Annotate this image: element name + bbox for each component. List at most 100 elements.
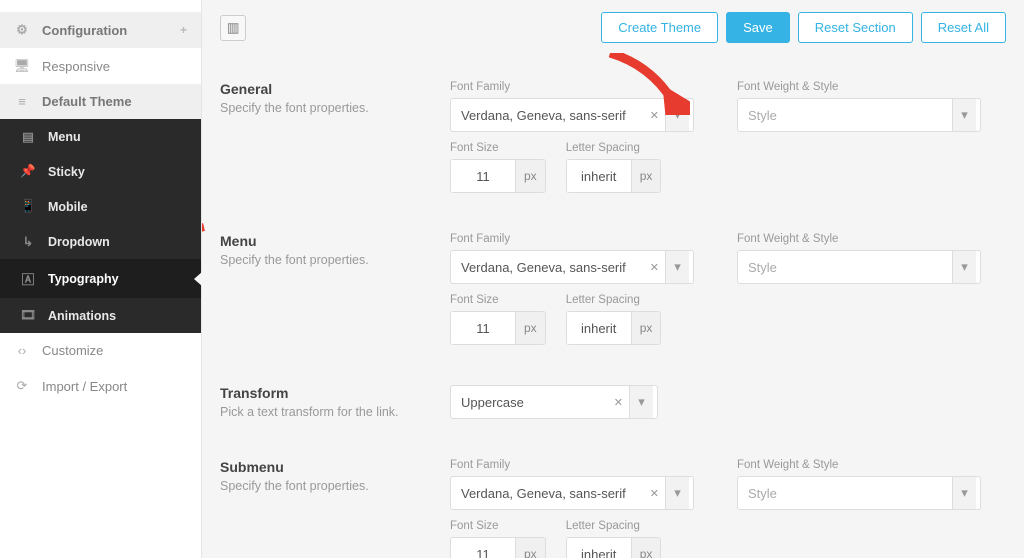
letter-spacing-value[interactable] xyxy=(567,160,631,192)
refresh-icon: ⟳ xyxy=(14,378,30,394)
save-button[interactable]: Save xyxy=(726,12,790,43)
section-submenu: Submenu Specify the font properties. Fon… xyxy=(220,437,1006,558)
annotation-arrow-typography xyxy=(202,219,214,269)
content-area: General Specify the font properties. Fon… xyxy=(202,53,1024,558)
sidebar-label: Sticky xyxy=(48,165,85,179)
submenu-font-size-input[interactable]: px xyxy=(450,537,546,558)
label-font-weight-style: Font Weight & Style xyxy=(737,81,1006,93)
layout-toggle-button[interactable]: ▥ xyxy=(220,15,246,41)
code-icon: ‹› xyxy=(14,343,30,358)
reset-all-button[interactable]: Reset All xyxy=(921,12,1006,43)
arrow-down-icon: ↳ xyxy=(20,234,36,249)
sidebar-label: Mobile xyxy=(48,200,88,214)
toolbar: ▥ Create Theme Save Reset Section Reset … xyxy=(202,0,1024,53)
sidebar-item-menu[interactable]: ▤ Menu xyxy=(0,119,201,154)
label-font-size: Font Size xyxy=(450,520,546,532)
unit-px: px xyxy=(515,312,545,344)
sidebar-item-mobile[interactable]: 📱 Mobile xyxy=(0,189,201,224)
list-icon: ▤ xyxy=(20,129,36,144)
label-letter-spacing: Letter Spacing xyxy=(566,294,662,306)
section-desc: Specify the font properties. xyxy=(220,479,430,493)
submenu-letter-spacing-input[interactable]: px xyxy=(566,537,662,558)
chevron-down-icon[interactable]: ▾ xyxy=(952,477,976,509)
menu-font-family-select[interactable]: Verdana, Geneva, sans-serif ✕ ▾ xyxy=(450,250,694,284)
bars-icon: ≡ xyxy=(14,94,30,109)
transform-select[interactable]: Uppercase ✕ ▾ xyxy=(450,385,658,419)
label-font-weight-style: Font Weight & Style xyxy=(737,459,1006,471)
gear-icon: ⚙ xyxy=(14,22,30,38)
unit-px: px xyxy=(631,538,661,558)
font-size-value[interactable] xyxy=(451,538,515,558)
sidebar-label: Responsive xyxy=(42,59,110,74)
clear-icon[interactable]: ✕ xyxy=(644,261,665,274)
section-menu: Menu Specify the font properties. Font F… xyxy=(220,211,1006,363)
chevron-down-icon[interactable]: ▾ xyxy=(952,251,976,283)
sidebar-item-typography[interactable]: 🄰 Typography xyxy=(0,259,201,298)
section-desc: Specify the font properties. xyxy=(220,253,430,267)
sidebar: ⚙ Configuration + 🖥 Responsive ≡ Default… xyxy=(0,0,202,558)
general-font-size-input[interactable]: px xyxy=(450,159,546,193)
reset-section-button[interactable]: Reset Section xyxy=(798,12,913,43)
sidebar-item-sticky[interactable]: 📌 Sticky xyxy=(0,154,201,189)
sidebar-item-import-export[interactable]: ⟳ Import / Export xyxy=(0,368,201,404)
sidebar-item-responsive[interactable]: 🖥 Responsive xyxy=(0,48,201,84)
general-font-family-select[interactable]: Verdana, Geneva, sans-serif ✕ ▾ xyxy=(450,98,694,132)
font-size-value[interactable] xyxy=(451,160,515,192)
label-letter-spacing: Letter Spacing xyxy=(566,142,662,154)
sidebar-label: Configuration xyxy=(42,23,127,38)
clear-icon[interactable]: ✕ xyxy=(644,487,665,500)
film-icon: 🎞 xyxy=(20,308,36,323)
chevron-down-icon[interactable]: ▾ xyxy=(665,251,689,283)
sidebar-label: Animations xyxy=(48,309,116,323)
sidebar-item-configuration[interactable]: ⚙ Configuration + xyxy=(0,12,201,48)
sidebar-label: Default Theme xyxy=(42,94,132,109)
unit-px: px xyxy=(631,312,661,344)
menu-font-size-input[interactable]: px xyxy=(450,311,546,345)
letter-spacing-value[interactable] xyxy=(567,312,631,344)
label-font-family: Font Family xyxy=(450,233,719,245)
sidebar-label: Customize xyxy=(42,343,103,358)
menu-letter-spacing-input[interactable]: px xyxy=(566,311,662,345)
chevron-down-icon[interactable]: ▾ xyxy=(629,386,653,418)
chevron-down-icon[interactable]: ▾ xyxy=(952,99,976,131)
unit-px: px xyxy=(515,538,545,558)
sidebar-label: Typography xyxy=(48,272,119,286)
general-letter-spacing-input[interactable]: px xyxy=(566,159,662,193)
clear-icon[interactable]: ✕ xyxy=(644,109,665,122)
label-letter-spacing: Letter Spacing xyxy=(566,520,662,532)
label-font-family: Font Family xyxy=(450,459,719,471)
submenu-font-weight-select[interactable]: Style ▾ xyxy=(737,476,981,510)
section-title: Menu xyxy=(220,233,430,249)
section-transform: Transform Pick a text transform for the … xyxy=(220,363,1006,437)
general-font-weight-select[interactable]: Style ▾ xyxy=(737,98,981,132)
sidebar-label: Menu xyxy=(48,130,81,144)
label-font-size: Font Size xyxy=(450,142,546,154)
section-title: Transform xyxy=(220,385,430,401)
sidebar-item-customize[interactable]: ‹› Customize xyxy=(0,333,201,368)
label-font-family: Font Family xyxy=(450,81,719,93)
pin-icon: 📌 xyxy=(20,164,36,179)
chevron-down-icon[interactable]: ▾ xyxy=(665,99,689,131)
section-general: General Specify the font properties. Fon… xyxy=(220,59,1006,211)
submenu-font-family-select[interactable]: Verdana, Geneva, sans-serif ✕ ▾ xyxy=(450,476,694,510)
clear-icon[interactable]: ✕ xyxy=(608,396,629,409)
label-font-weight-style: Font Weight & Style xyxy=(737,233,1006,245)
letter-spacing-value[interactable] xyxy=(567,538,631,558)
section-title: General xyxy=(220,81,430,97)
sidebar-item-default-theme[interactable]: ≡ Default Theme xyxy=(0,84,201,119)
columns-icon: ▥ xyxy=(227,20,240,36)
section-desc: Specify the font properties. xyxy=(220,101,430,115)
sidebar-item-animations[interactable]: 🎞 Animations xyxy=(0,298,201,333)
create-theme-button[interactable]: Create Theme xyxy=(601,12,718,43)
section-desc: Pick a text transform for the link. xyxy=(220,405,430,419)
mobile-icon: 📱 xyxy=(20,199,36,214)
main-panel: ▥ Create Theme Save Reset Section Reset … xyxy=(202,0,1024,558)
chevron-down-icon[interactable]: ▾ xyxy=(665,477,689,509)
expand-icon: + xyxy=(180,23,187,37)
sidebar-item-dropdown[interactable]: ↳ Dropdown xyxy=(0,224,201,259)
unit-px: px xyxy=(515,160,545,192)
menu-font-weight-select[interactable]: Style ▾ xyxy=(737,250,981,284)
sidebar-label: Dropdown xyxy=(48,235,110,249)
section-title: Submenu xyxy=(220,459,430,475)
font-size-value[interactable] xyxy=(451,312,515,344)
